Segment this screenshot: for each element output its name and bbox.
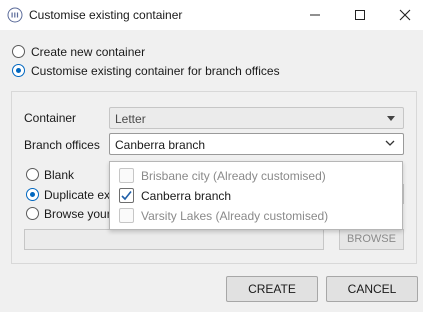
checkbox-brisbane-city — [119, 168, 134, 183]
maximize-icon — [355, 10, 365, 20]
radio-blank[interactable] — [26, 168, 39, 181]
radio-browse-your[interactable] — [26, 207, 39, 220]
branch-offices-dropdown-list: Brisbane city (Already customised) Canbe… — [109, 161, 403, 230]
window-title: Customise existing container — [29, 8, 183, 22]
dropdown-arrow-icon — [387, 116, 395, 121]
app-logo-icon — [7, 7, 23, 23]
dropdown-item-label[interactable]: Canberra branch — [141, 189, 231, 203]
branch-offices-label: Branch offices — [24, 138, 100, 152]
duplicate-existing-label[interactable]: Duplicate ex — [44, 188, 110, 202]
branch-offices-select-value: Canberra branch — [115, 138, 206, 152]
radio-create-new[interactable] — [12, 45, 25, 58]
browse-your-label[interactable]: Browse your — [44, 207, 111, 221]
blank-label[interactable]: Blank — [44, 168, 74, 182]
container-select-value: Letter — [115, 112, 146, 126]
container-select[interactable]: Letter — [109, 107, 404, 129]
browse-button[interactable]: BROWSE — [339, 229, 404, 250]
close-icon — [399, 9, 411, 21]
minimize-button[interactable] — [292, 0, 338, 30]
checkbox-varsity-lakes — [119, 208, 134, 223]
dropdown-item-label: Brisbane city (Already customised) — [141, 169, 326, 183]
chevron-down-icon — [385, 140, 395, 146]
dropdown-item-label: Varsity Lakes (Already customised) — [141, 209, 329, 223]
radio-customise-existing[interactable] — [12, 64, 25, 77]
create-button[interactable]: CREATE — [226, 276, 318, 302]
checkmark-icon — [121, 191, 132, 201]
dropdown-item-canberra-branch[interactable]: Canberra branch — [119, 187, 389, 205]
browse-path-field[interactable] — [24, 229, 324, 250]
dropdown-item-brisbane-city: Brisbane city (Already customised) — [119, 167, 389, 185]
radio-duplicate-existing[interactable] — [26, 188, 39, 201]
dropdown-item-varsity-lakes: Varsity Lakes (Already customised) — [119, 207, 389, 225]
create-new-label[interactable]: Create new container — [31, 45, 145, 59]
cancel-button[interactable]: CANCEL — [326, 276, 418, 302]
checkbox-canberra-branch[interactable] — [119, 188, 134, 203]
customise-existing-label[interactable]: Customise existing container for branch … — [31, 64, 280, 78]
maximize-button[interactable] — [337, 0, 383, 30]
title-bar: Customise existing container — [0, 0, 423, 30]
container-label: Container — [24, 111, 77, 125]
close-button[interactable] — [382, 0, 423, 30]
minimize-icon — [310, 14, 320, 16]
branch-offices-select[interactable]: Canberra branch — [109, 133, 404, 155]
